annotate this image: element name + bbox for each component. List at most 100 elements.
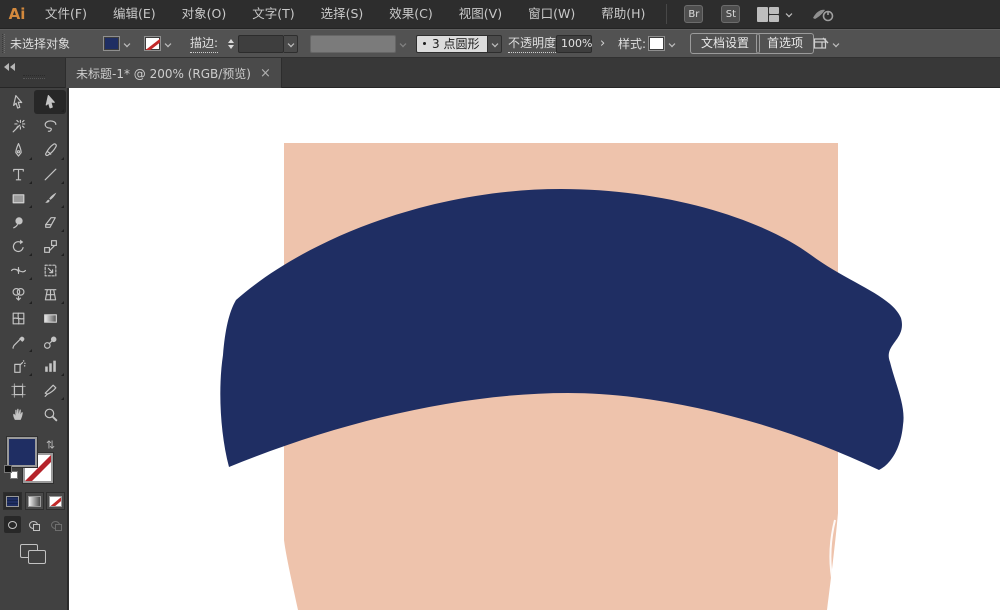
fill-color-swatch[interactable] — [103, 36, 120, 51]
control-panel-chevron-icon[interactable] — [831, 37, 841, 51]
opacity-input[interactable]: 100% — [561, 37, 592, 50]
menu-item-edit[interactable]: 编辑(E) — [100, 0, 169, 28]
pen-tool[interactable] — [2, 138, 34, 162]
zoom-tool[interactable] — [34, 402, 66, 426]
draw-inside-button — [47, 516, 64, 533]
control-panel-menu-icon[interactable] — [813, 37, 829, 51]
magic-wand-icon — [12, 119, 25, 132]
width-icon — [10, 266, 26, 274]
scale-icon — [43, 239, 57, 253]
illustrator-window: Ai 文件(F) 编辑(E) 对象(O) 文字(T) 选择(S) 效果(C) 视图(V) 窗口… — [0, 0, 1000, 610]
gradient-tool[interactable] — [34, 306, 66, 330]
tool-grid — [2, 90, 66, 426]
mesh-tool[interactable] — [2, 306, 34, 330]
column-graph-icon — [44, 360, 56, 372]
magic-wand-tool[interactable] — [2, 114, 34, 138]
rotate-icon — [12, 239, 24, 252]
menu-bar: Ai 文件(F) 编辑(E) 对象(O) 文字(T) 选择(S) 效果(C) 视图(V) 窗口… — [0, 0, 1000, 29]
line-segment-tool[interactable] — [34, 162, 66, 186]
stroke-weight-dropdown-icon[interactable] — [284, 34, 298, 53]
pencil-tool[interactable] — [34, 138, 66, 162]
opacity-label[interactable]: 不透明度: — [508, 34, 561, 53]
blob-brush-tool[interactable] — [2, 210, 34, 234]
selection-icon — [12, 94, 22, 109]
menu-item-select[interactable]: 选择(S) — [308, 0, 377, 28]
toolbar-fill-swatch[interactable] — [7, 437, 37, 467]
br-badge[interactable]: Br — [684, 5, 704, 23]
menu-item-file[interactable]: 文件(F) — [32, 0, 100, 28]
menu-item-view[interactable]: 视图(V) — [446, 0, 515, 28]
stroke-color-swatch[interactable] — [144, 36, 161, 51]
preferences-button[interactable]: 首选项 — [756, 33, 815, 54]
column-graph-tool[interactable] — [34, 354, 66, 378]
control-bar-grip[interactable] — [2, 34, 5, 53]
free-transform-tool[interactable] — [34, 258, 66, 282]
swap-fill-stroke-icon[interactable]: ⇄ — [44, 440, 57, 449]
style-chevron-icon[interactable] — [667, 37, 677, 51]
artboard-icon — [10, 382, 26, 398]
slice-icon — [44, 384, 56, 397]
brush-definition-button[interactable]: 3 点圆形 — [416, 34, 489, 53]
gradient-icon — [27, 495, 41, 507]
hand-tool[interactable] — [2, 402, 34, 426]
width-tool[interactable] — [2, 258, 34, 282]
app-badges: Br St — [675, 5, 749, 23]
draw-behind-button[interactable] — [25, 516, 42, 533]
opacity-slider-arrow[interactable]: › — [600, 36, 605, 51]
stroke-weight-field[interactable] — [238, 34, 284, 53]
screen-mode-button[interactable] — [20, 544, 48, 566]
menu-item-help[interactable]: 帮助(H) — [588, 0, 658, 28]
paint-mode-row — [0, 492, 68, 510]
draw-normal-button[interactable] — [4, 516, 22, 533]
blend-tool[interactable] — [34, 330, 66, 354]
none-paint-button[interactable] — [46, 492, 65, 510]
document-tab[interactable]: 未标题-1* @ 200% (RGB/预览) × — [65, 58, 282, 88]
collapse-panels-icon[interactable] — [4, 63, 15, 71]
stroke-weight-stepper[interactable] — [228, 38, 234, 49]
style-swatch[interactable] — [648, 36, 665, 51]
type-tool[interactable] — [2, 162, 34, 186]
artboard-canvas[interactable] — [69, 88, 1000, 610]
slice-tool[interactable] — [34, 378, 66, 402]
paintbrush-tool[interactable] — [34, 186, 66, 210]
style-label: 样式: — [618, 37, 647, 51]
stroke-chevron-icon[interactable] — [163, 37, 173, 51]
shape-builder-tool[interactable] — [2, 282, 34, 306]
paintbrush-icon — [44, 192, 56, 203]
eyedropper-tool[interactable] — [2, 330, 34, 354]
rotate-tool[interactable] — [2, 234, 34, 258]
menu-item-type[interactable]: 文字(T) — [239, 0, 307, 28]
gradient-paint-button[interactable] — [24, 492, 44, 510]
brush-dropdown-icon[interactable] — [488, 34, 503, 53]
menu-item-window[interactable]: 窗口(W) — [515, 0, 588, 28]
default-fill-stroke-icon[interactable] — [4, 465, 18, 479]
rectangle-tool[interactable] — [2, 186, 34, 210]
dock-grip[interactable] — [23, 75, 45, 79]
eyedropper-icon — [11, 336, 24, 349]
color-paint-swatch — [6, 495, 19, 507]
color-paint-button[interactable] — [3, 492, 22, 510]
workspace-chevron-icon[interactable] — [785, 10, 793, 18]
cs-live-icon[interactable] — [809, 4, 835, 24]
direct-selection-tool[interactable] — [34, 90, 66, 114]
eraser-icon — [44, 216, 56, 228]
scale-tool[interactable] — [34, 234, 66, 258]
stroke-weight-label[interactable]: 描边: — [190, 34, 219, 53]
workspace-switcher-icon[interactable] — [757, 6, 780, 22]
artboard-tool[interactable] — [2, 378, 34, 402]
tools-panel: ⇄ — [0, 88, 68, 610]
eraser-tool[interactable] — [34, 210, 66, 234]
menu-item-effect[interactable]: 效果(C) — [376, 0, 445, 28]
st-badge[interactable]: St — [721, 5, 741, 23]
document-setup-button[interactable]: 文档设置 — [690, 33, 761, 54]
perspective-grid-tool[interactable] — [34, 282, 66, 306]
perspective-grid-icon — [44, 288, 56, 300]
symbol-sprayer-tool[interactable] — [2, 354, 34, 378]
fill-chevron-icon[interactable] — [122, 37, 132, 51]
mesh-icon — [12, 312, 24, 324]
menu-item-object[interactable]: 对象(O) — [169, 0, 240, 28]
selection-tool[interactable] — [2, 90, 34, 114]
tab-close-icon[interactable]: × — [260, 67, 271, 80]
free-transform-icon — [44, 264, 56, 276]
lasso-tool[interactable] — [34, 114, 66, 138]
